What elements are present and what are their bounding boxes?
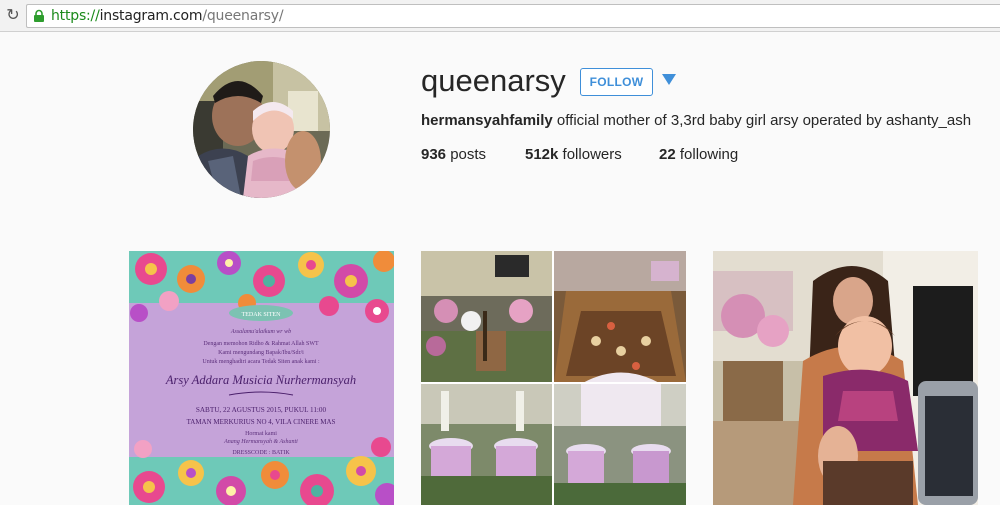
profile-avatar[interactable] [193, 61, 330, 198]
lock-icon [34, 9, 44, 22]
invitation-place: TAMAN MERKURIUS NO 4, VILA CINERE MAS [187, 418, 336, 426]
profile-bio: hermansyahfamily official mother of 3,3r… [421, 111, 971, 131]
posts-stat: 936 posts [421, 145, 486, 165]
followers-count: 512k [525, 146, 559, 163]
profile-username: queenarsy [421, 63, 566, 98]
url-host: instagram.com [99, 8, 203, 24]
bio-name: hermansyahfamily [421, 112, 553, 129]
post-thumbnail-photo[interactable] [713, 251, 978, 505]
chevron-down-icon[interactable] [662, 74, 676, 85]
posts-count: 936 [421, 146, 447, 163]
reload-icon[interactable]: ↻ [4, 6, 22, 24]
post-thumbnail-collage[interactable] [421, 251, 686, 505]
browser-toolbar: ↻ https://instagram.com/queenarsy/ [0, 0, 1000, 32]
followers-stat[interactable]: 512k followers [525, 145, 622, 165]
invitation-host1: Hormat kami [245, 431, 277, 437]
invitation-line4: Untuk menghadiri acara Tedak Siten anak … [202, 359, 320, 365]
invitation-name: Arsy Addara Musicia Nurhermansyah [165, 373, 356, 387]
followers-label: followers [562, 146, 622, 163]
following-count: 22 [659, 146, 676, 163]
invitation-date: SABTU, 22 AGUSTUS 2015, PUKUL 11:00 [196, 406, 327, 414]
follow-button[interactable]: FOLLOW [580, 68, 653, 96]
invitation-line1: Assalamu'alaikum wr wb [230, 329, 291, 335]
following-label: following [679, 146, 739, 163]
following-stat[interactable]: 22 following [659, 145, 738, 165]
address-bar[interactable]: https://instagram.com/queenarsy/ [26, 4, 1000, 28]
url-scheme: https:// [51, 8, 100, 24]
invitation-badge: TEDAK SITEN [242, 312, 281, 318]
invitation-line3: Kami mengundang Bapak/Ibu/Sdr/i [218, 350, 304, 356]
invitation-host2: Anang Hermansyah & Ashanti [223, 439, 298, 445]
invitation-dresscode: DRESSCODE : BATIK [232, 450, 290, 456]
post-thumbnail-invitation[interactable]: TEDAK SITEN Assalamu'alaikum wr wb Denga… [129, 251, 394, 505]
bio-text: official mother of 3,3rd baby girl arsy … [556, 112, 972, 129]
posts-label: posts [450, 146, 487, 163]
invitation-line2: Dengan memohon Ridho & Rahmat Allah SWT [203, 341, 319, 347]
url-path: /queenarsy/ [202, 8, 284, 24]
url-text[interactable]: https://instagram.com/queenarsy/ [51, 8, 284, 25]
